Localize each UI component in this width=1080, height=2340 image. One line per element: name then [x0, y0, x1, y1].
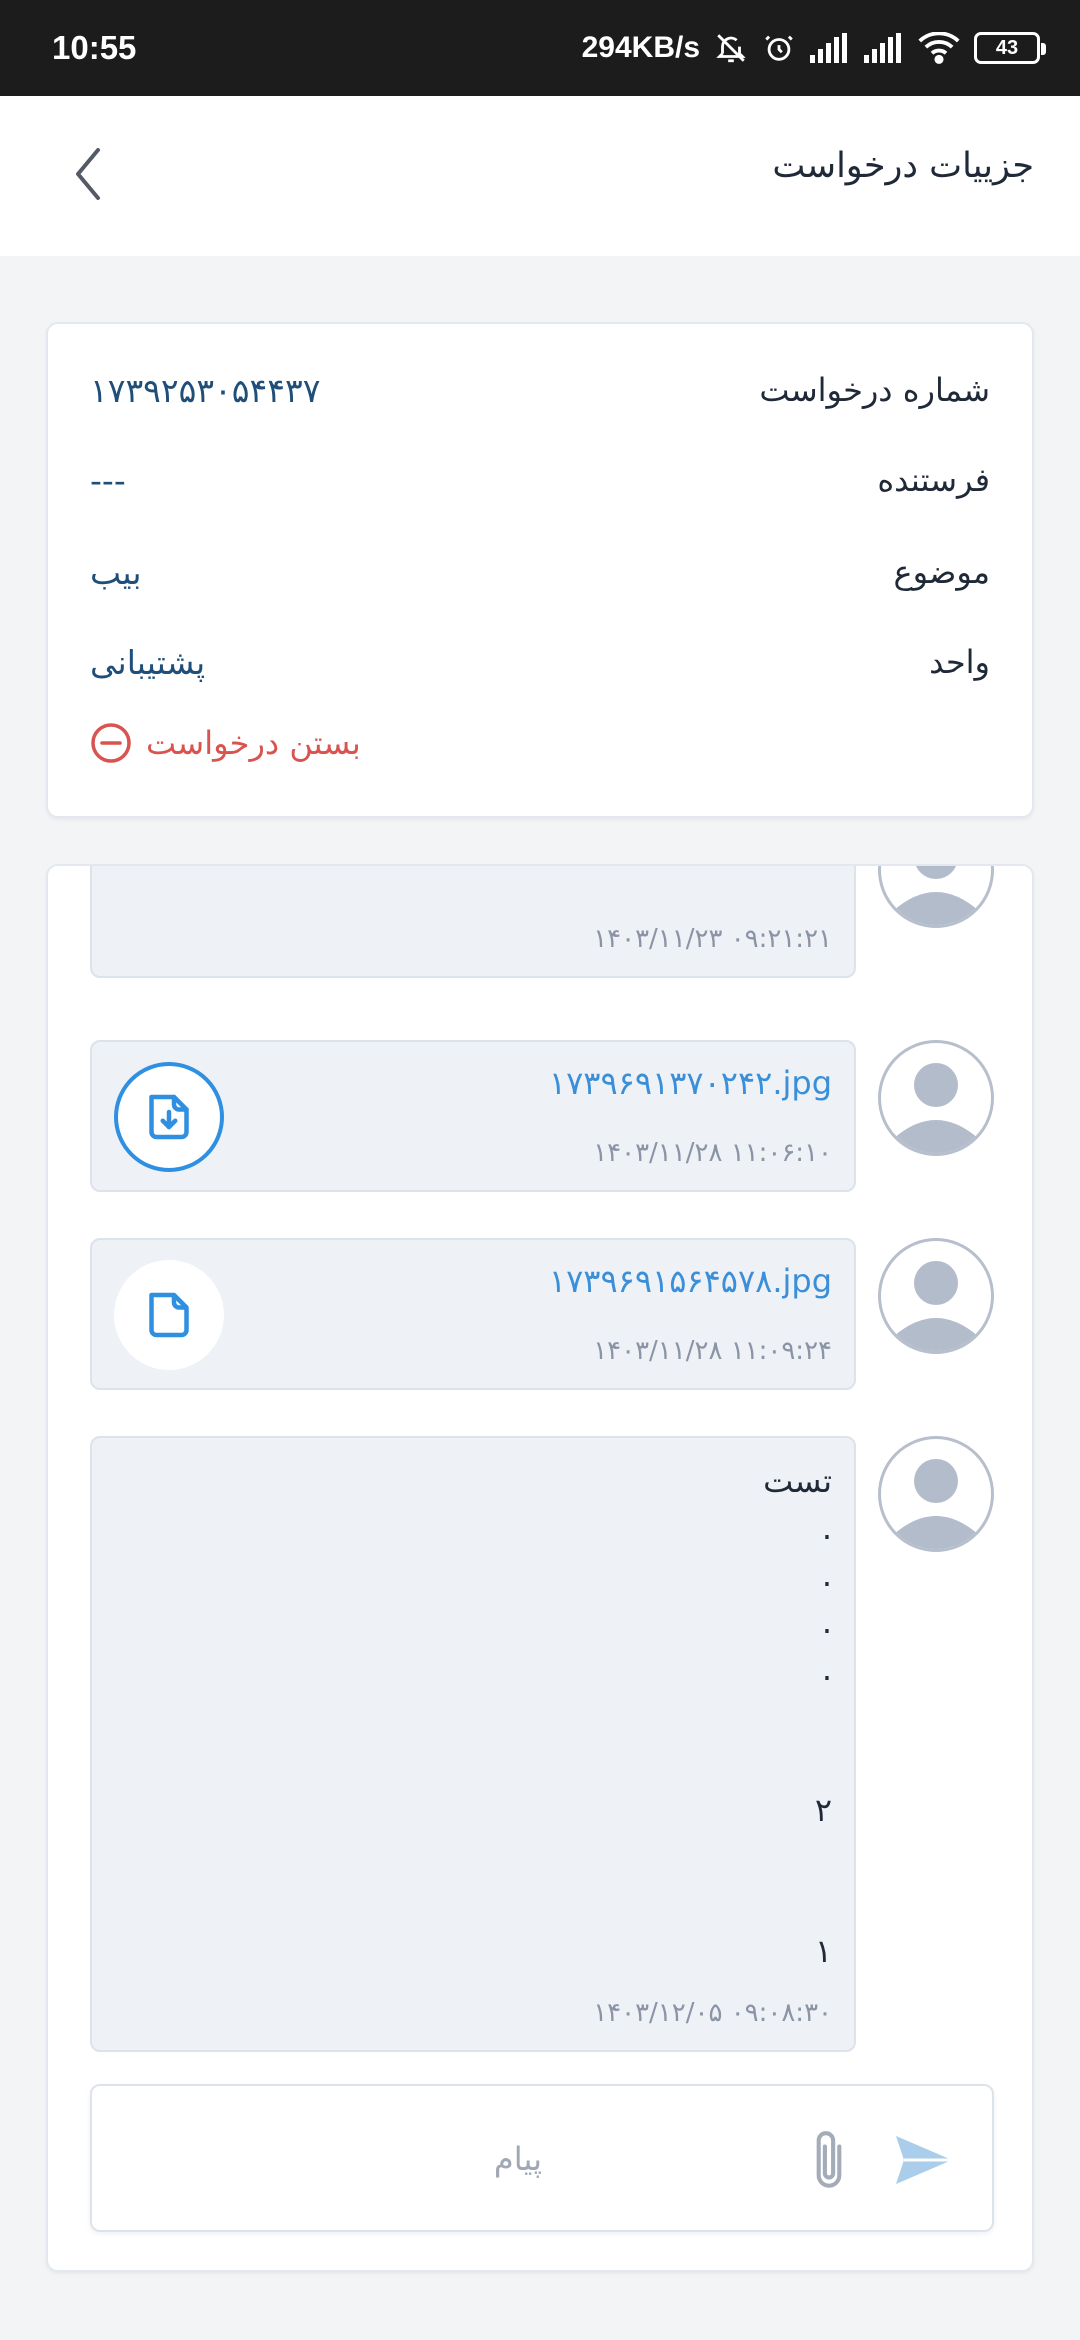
- message-line: ۲: [814, 1791, 832, 1829]
- request-number-row: ۱۷۳۹۲۵۳۰۵۴۴۳۷ شماره درخواست: [90, 360, 990, 420]
- signal-icon-2: [864, 33, 901, 63]
- file-name[interactable]: ۱۷۳۹۶۹۱۳۷۰۲۴۲.jpg: [549, 1064, 832, 1102]
- message-input[interactable]: [382, 2134, 542, 2184]
- file-message-bubble[interactable]: ۱۷۳۹۶۹۱۵۶۴۵۷۸.jpg ۱۴۰۳/۱۱/۲۸ ۱۱:۰۹:۲۴: [90, 1238, 856, 1390]
- sender-row: --- فرستنده: [90, 450, 990, 510]
- subject-label: موضوع: [893, 553, 990, 591]
- back-button[interactable]: [58, 144, 118, 204]
- bell-off-icon: [716, 34, 746, 63]
- wifi-icon: [918, 32, 960, 64]
- message-line: .: [821, 1650, 832, 1688]
- user-avatar-icon: [893, 1063, 979, 1153]
- file-message-bubble[interactable]: ۱۷۳۹۶۹۱۳۷۰۲۴۲.jpg ۱۴۰۳/۱۱/۲۸ ۱۱:۰۶:۱۰: [90, 1040, 856, 1192]
- file-icon: [149, 1292, 189, 1338]
- avatar: [878, 866, 994, 928]
- avatar: [878, 1238, 994, 1354]
- attach-button[interactable]: [804, 2126, 854, 2196]
- request-info-card: ۱۷۳۹۲۵۳۰۵۴۴۳۷ شماره درخواست --- فرستنده …: [46, 322, 1034, 818]
- unit-value: پشتیبانی: [90, 642, 206, 682]
- request-number-value: ۱۷۳۹۲۵۳۰۵۴۴۳۷: [90, 370, 321, 410]
- unit-row: پشتیبانی واحد: [90, 632, 990, 692]
- sender-label: فرستنده: [877, 461, 990, 499]
- message-line: .: [821, 1556, 832, 1594]
- signal-icon: [810, 33, 847, 63]
- message-line: [763, 1881, 832, 1928]
- message-line: [763, 1693, 832, 1740]
- message-line: تست: [763, 1462, 832, 1500]
- message-time: ۱۴۰۳/۱۱/۲۳ ۰۹:۲۱:۲۱: [593, 924, 832, 954]
- page-title: جزییات درخواست: [772, 146, 1034, 186]
- battery-level: 43: [995, 36, 1019, 59]
- message-text: تست . . . . ۲ ۱: [763, 1458, 832, 1975]
- message-composer: [90, 2084, 994, 2232]
- request-number-label: شماره درخواست: [759, 371, 990, 409]
- status-bar: 10:55 294KB/s 43: [0, 0, 1080, 96]
- message-line: [763, 1740, 832, 1787]
- message-bubble: ۱۴۰۳/۱۱/۲۳ ۰۹:۲۱:۲۱: [90, 866, 856, 978]
- minus-circle-icon: [91, 723, 131, 763]
- text-message-bubble: تست . . . . ۲ ۱ ۱۴۰۳/۱۲/۰۵ ۰۹:۰۸:۳۰: [90, 1436, 856, 2052]
- message-line: ۱: [814, 1932, 832, 1970]
- unit-label: واحد: [929, 643, 990, 681]
- subject-row: بیب موضوع: [90, 542, 990, 602]
- file-download-icon: [149, 1094, 189, 1140]
- message-line: .: [821, 1603, 832, 1641]
- status-icons: 294KB/s 43: [581, 30, 1046, 66]
- paperclip-icon: [816, 2131, 842, 2188]
- user-avatar-icon: [893, 1261, 979, 1351]
- close-request-label: بستن درخواست: [146, 724, 361, 762]
- alarm-icon: [765, 35, 793, 61]
- message-time: ۱۴۰۳/۱۲/۰۵ ۰۹:۰۸:۳۰: [593, 1998, 832, 2028]
- user-avatar-icon: [893, 866, 979, 925]
- message-time: ۱۴۰۳/۱۱/۲۸ ۱۱:۰۶:۱۰: [593, 1138, 832, 1168]
- message-time: ۱۴۰۳/۱۱/۲۸ ۱۱:۰۹:۲۴: [593, 1336, 832, 1366]
- message-line: .: [821, 1509, 832, 1547]
- send-button[interactable]: [892, 2130, 956, 2190]
- battery-icon: 43: [974, 32, 1046, 64]
- app-header: جزییات درخواست: [0, 96, 1080, 256]
- avatar: [878, 1436, 994, 1552]
- message-line: [763, 1834, 832, 1881]
- send-icon: [896, 2136, 952, 2184]
- file-download-button[interactable]: [114, 1062, 224, 1172]
- file-name[interactable]: ۱۷۳۹۶۹۱۵۶۴۵۷۸.jpg: [549, 1262, 832, 1300]
- subject-value: بیب: [90, 552, 142, 592]
- avatar: [878, 1040, 994, 1156]
- status-time: 10:55: [52, 29, 137, 66]
- file-open-button[interactable]: [114, 1260, 224, 1370]
- chevron-left-icon: [76, 148, 100, 200]
- network-speed: 294KB/s: [581, 31, 700, 64]
- messages-card: ۱۴۰۳/۱۱/۲۳ ۰۹:۲۱:۲۱ ۱۷۳۹۶۹۱۳۷۰۲۴۲.jpg ۱۴…: [46, 864, 1034, 2272]
- user-avatar-icon: [893, 1459, 979, 1549]
- close-request-button[interactable]: بستن درخواست: [90, 722, 361, 764]
- sender-value: ---: [90, 460, 126, 500]
